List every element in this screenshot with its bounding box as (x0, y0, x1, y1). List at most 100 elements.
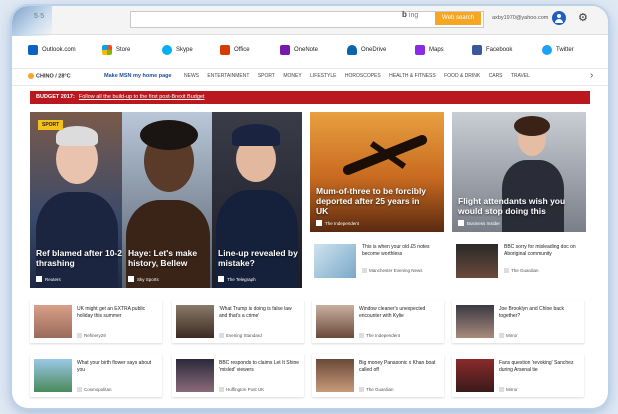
source-icon (77, 333, 82, 338)
store-icon (102, 45, 112, 55)
set-home-link[interactable]: Make MSN my home page (104, 73, 172, 79)
source-icon (219, 387, 224, 392)
bing-logo: b ing (402, 10, 419, 19)
player-thumbnail (456, 359, 494, 392)
nav-item[interactable]: HOROSCOPES (345, 73, 381, 79)
card-source: Refinery29 (77, 333, 106, 338)
app-store[interactable]: Store (102, 45, 130, 55)
source-icon (77, 387, 82, 392)
budget-banner[interactable]: BUDGET 2017: Follow all the build-up to t… (30, 91, 590, 104)
flower-thumbnail (34, 359, 72, 392)
source-icon (504, 268, 509, 273)
apps-bar: Outlook.com Store Skype Office OneNote O… (12, 36, 608, 66)
source-icon (316, 220, 322, 226)
card-source: The Guardian (359, 387, 394, 392)
card-source: Manchester Evening News (362, 268, 423, 273)
web-search-button[interactable]: Web search (435, 12, 481, 25)
nav-item[interactable]: ENTERTAINMENT (207, 73, 249, 79)
news-card[interactable]: This is when your old £5 notes become wo… (310, 238, 444, 288)
avatar-icon[interactable] (552, 11, 566, 25)
hero-caption: Mum-of-three to be forcibly deported aft… (316, 186, 427, 216)
app-twitter[interactable]: Twitter (542, 45, 574, 55)
news-card[interactable]: What your birth flower says about you Co… (30, 354, 162, 397)
card-title: Window cleaner's unexpected encounter wi… (359, 306, 426, 319)
couple-thumbnail (456, 305, 494, 338)
group-thumbnail (176, 359, 214, 392)
cap (232, 124, 280, 146)
card-title: BBC responds to claims Let It Shine 'mis… (219, 360, 300, 373)
source-icon (458, 220, 464, 226)
app-onenote[interactable]: OneNote (280, 45, 318, 55)
app-outlook[interactable]: Outlook.com (28, 45, 76, 55)
window-corner (12, 6, 52, 36)
hero-tile-3[interactable]: Line-up revealed by mistake? The Telegra… (212, 112, 302, 288)
suit (36, 192, 118, 288)
office-icon (220, 45, 230, 55)
person-thumbnail (456, 244, 498, 278)
browser-window: 5·5 b ing Web search axby1970@yahoo.com ⚙… (12, 6, 608, 408)
sport-tag: SPORT (38, 120, 64, 130)
card-title: Big money Panasonic x Khan boat called o… (359, 360, 436, 373)
hero-tile-2[interactable]: Haye: Let's make history, Bellew Sky Spo… (122, 112, 212, 288)
source-icon (36, 276, 42, 282)
nav-item[interactable]: SPORT (258, 73, 275, 79)
card-source: The Independent (359, 333, 400, 338)
nav-item[interactable]: NEWS (184, 73, 199, 79)
news-card[interactable]: UK might get an EXTRA public holiday thi… (30, 300, 162, 343)
hero-source: Business Insider (458, 220, 500, 226)
nav-item[interactable]: CARS (489, 73, 503, 79)
hero-source: Sky Sports (128, 276, 159, 282)
person-thumbnail (176, 305, 214, 338)
hero-source: The Telegraph (218, 276, 256, 282)
source-icon (219, 333, 224, 338)
app-facebook[interactable]: Facebook (472, 45, 512, 55)
card-title: Fans question 'revoking' Sanchez during … (499, 360, 574, 373)
card-source: Evening Standard (219, 333, 262, 338)
chevron-right-icon[interactable]: › (590, 70, 593, 81)
source-icon (128, 276, 134, 282)
source-icon (218, 276, 224, 282)
weather-widget[interactable]: CHINO / 28°C (28, 73, 71, 79)
category-nav: CHINO / 28°C Make MSN my home page NEWS … (12, 68, 608, 86)
nav-item[interactable]: TRAVEL (511, 73, 530, 79)
banknote-thumbnail (314, 244, 356, 278)
facebook-icon (472, 45, 482, 55)
gear-icon[interactable]: ⚙ (578, 11, 588, 24)
hero-caption: Line-up revealed by mistake? (218, 248, 298, 268)
news-card[interactable]: 'What Trump is doing is false law and th… (172, 300, 304, 343)
hero-tile-5[interactable]: Flight attendants wish you would stop do… (452, 112, 586, 232)
hero-source: The Independent (316, 220, 359, 226)
card-source: Huffington Post UK (219, 387, 264, 392)
sun-icon (28, 73, 34, 79)
news-card[interactable]: BBC sorry for misleading doc on Aborigin… (452, 238, 586, 288)
news-card[interactable]: Fans question 'revoking' Sanchez during … (452, 354, 584, 397)
card-title: BBC sorry for misleading doc on Aborigin… (504, 244, 576, 257)
news-card[interactable]: BBC responds to claims Let It Shine 'mis… (172, 354, 304, 397)
app-skype[interactable]: Skype (162, 45, 193, 55)
brand-text: 5·5 (34, 13, 45, 20)
hero-tile-4[interactable]: Mum-of-three to be forcibly deported aft… (310, 112, 444, 232)
news-card[interactable]: Big money Panasonic x Khan boat called o… (312, 354, 444, 397)
app-office[interactable]: Office (220, 45, 250, 55)
card-title: 'What Trump is doing is false law and th… (219, 306, 292, 319)
nav-item[interactable]: MONEY (283, 73, 301, 79)
app-onedrive[interactable]: OneDrive (347, 45, 386, 55)
hero-tile-1[interactable]: SPORT Ref blamed after 10-2 thrashing Re… (30, 112, 122, 288)
card-source: The Guardian (504, 268, 539, 273)
source-icon (499, 387, 504, 392)
nav-item[interactable]: LIFESTYLE (310, 73, 336, 79)
news-card[interactable]: Window cleaner's unexpected encounter wi… (312, 300, 444, 343)
nav-item[interactable]: HEALTH & FITNESS (389, 73, 436, 79)
shoulders (126, 200, 210, 288)
account-email[interactable]: axby1970@yahoo.com (492, 15, 548, 21)
card-title: Joe Brooklyn and Chloe back together? (499, 306, 565, 319)
source-icon (362, 268, 367, 273)
search-input[interactable] (130, 11, 484, 28)
app-maps[interactable]: Maps (415, 45, 444, 55)
card-source: Mirror (499, 387, 518, 392)
onenote-icon (280, 45, 290, 55)
outlook-icon (28, 45, 38, 55)
nav-item[interactable]: FOOD & DRINK (444, 73, 480, 79)
news-card[interactable]: Joe Brooklyn and Chloe back together? Mi… (452, 300, 584, 343)
browser-topbar: 5·5 b ing Web search axby1970@yahoo.com ⚙ (12, 6, 608, 36)
